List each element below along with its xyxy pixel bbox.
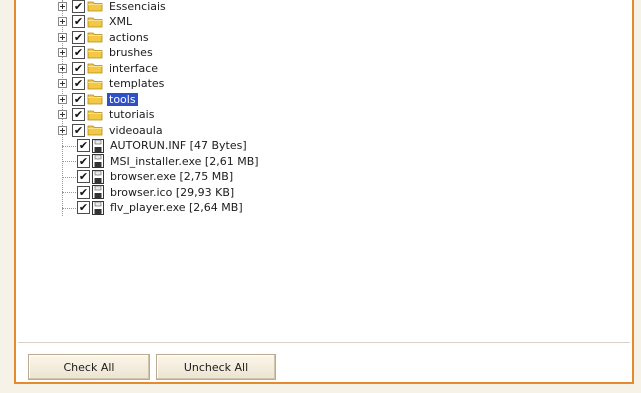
expand-icon[interactable] [58,48,67,57]
tree-branch-line [62,145,76,147]
expand-icon[interactable] [58,125,67,135]
folder-label: tools [107,92,138,106]
item-checkbox[interactable]: ✔ [72,77,85,90]
folder-label: actions [109,30,149,44]
item-checkbox[interactable]: ✔ [72,108,85,121]
folder-icon [87,1,103,12]
file-label: browser.ico [29,93 KB] [110,185,235,199]
expand-icon[interactable] [58,110,67,119]
tree-branch-line [62,176,76,178]
tree-item-folder[interactable]: ✔ XML [58,14,134,30]
item-checkbox[interactable]: ✔ [72,46,85,59]
tree-item-file[interactable]: ✔ AUTORUN.INF [47 Bytes] [77,138,249,154]
folder-icon [87,17,103,27]
folder-icon [87,110,103,120]
tree-item-folder[interactable]: ✔ tutoriais [58,107,156,123]
file-tree-panel[interactable]: ✔ Essenciais ✔ XML ✔ actions ✔ brushes ✔ interfac… [18,0,630,340]
file-label: browser.exe [2,75 MB] [110,170,234,183]
panel-divider [18,342,630,343]
file-icon [92,200,104,215]
item-checkbox[interactable]: ✔ [72,15,85,28]
file-icon [92,185,104,199]
folder-icon [87,63,103,74]
tree-item-folder[interactable]: ✔ brushes [58,45,155,61]
expand-icon[interactable] [58,1,67,11]
expand-icon[interactable] [58,94,67,104]
uncheck-all-button[interactable]: Uncheck All [156,354,276,380]
folder-icon [87,125,103,136]
tree-item-file[interactable]: ✔ MSI_installer.exe [2,61 MB] [77,153,261,169]
folder-label: interface [109,61,159,75]
expand-icon[interactable] [58,79,67,88]
expand-icon[interactable] [58,63,67,73]
tree-item-file[interactable]: ✔ flv_player.exe [2,64 MB] [77,200,245,216]
folder-label: Essenciais [109,0,166,13]
file-label: MSI_installer.exe [2,61 MB] [110,154,259,168]
folder-label: videoaula [109,123,163,137]
folder-icon [87,32,103,43]
file-icon [92,154,104,168]
item-checkbox[interactable]: ✔ [77,185,90,199]
tree-branch-line [62,161,76,162]
tree-item-folder[interactable]: ✔ actions [58,29,151,45]
item-checkbox[interactable]: ✔ [72,61,85,75]
expand-icon[interactable] [58,32,67,42]
item-checkbox[interactable]: ✔ [72,0,85,13]
file-icon [92,169,104,184]
tree-item-file[interactable]: ✔ browser.exe [2,75 MB] [77,169,235,185]
item-checkbox[interactable]: ✔ [72,30,85,44]
expand-icon[interactable] [58,17,67,26]
item-checkbox[interactable]: ✔ [77,139,90,152]
tree-item-file[interactable]: ✔ browser.ico [29,93 KB] [77,184,236,200]
tree-item-folder[interactable]: ✔ templates [58,76,166,92]
file-label: AUTORUN.INF [47 Bytes] [110,139,247,152]
check-all-button[interactable]: Check All [28,354,150,380]
folder-icon [87,94,103,105]
item-checkbox[interactable]: ✔ [72,92,85,106]
tree-branch-line [62,192,76,193]
folder-label: templates [109,77,165,90]
folder-label: brushes [109,46,153,59]
tree-item-folder[interactable]: ✔ Essenciais [58,0,168,14]
file-icon [92,138,104,153]
tree-item-folder[interactable]: ✔ tools [58,91,138,107]
item-checkbox[interactable]: ✔ [77,170,90,183]
item-checkbox[interactable]: ✔ [77,201,90,214]
folder-icon [87,48,103,58]
tree-branch-line [62,207,76,209]
tree-item-folder[interactable]: ✔ videoaula [58,122,165,138]
tree-item-folder[interactable]: ✔ interface [58,60,160,76]
folder-icon [87,79,103,89]
item-checkbox[interactable]: ✔ [77,154,90,168]
item-checkbox[interactable]: ✔ [72,123,85,137]
folder-label: XML [109,15,133,28]
file-label: flv_player.exe [2,64 MB] [110,201,243,214]
folder-label: tutoriais [109,108,155,121]
